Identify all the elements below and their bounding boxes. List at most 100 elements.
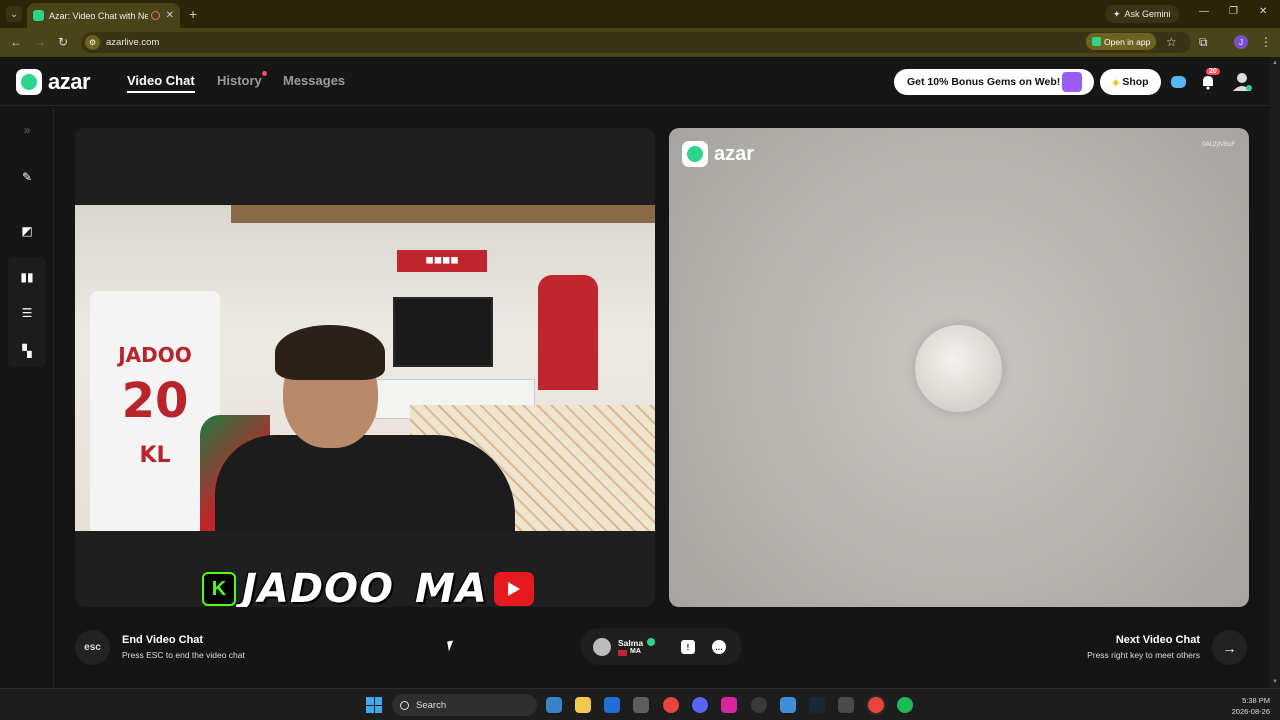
outlook-icon[interactable] — [604, 697, 620, 713]
restore-button[interactable]: ❐ — [1229, 6, 1238, 17]
browser-menu-icon[interactable]: ⋮ — [1260, 35, 1272, 49]
chrome-active-icon[interactable] — [868, 697, 884, 713]
open-in-app-button[interactable]: Open in app — [1086, 33, 1157, 50]
windows-taskbar: Search 5:38 PM 2026-08-26 — [0, 688, 1280, 720]
filter-effect-icon[interactable]: ◩ — [19, 223, 35, 239]
obs-icon[interactable] — [751, 697, 767, 713]
discord-icon[interactable] — [692, 697, 708, 713]
kick-logo-icon: K — [202, 572, 236, 606]
report-shield-icon[interactable]: ! — [681, 640, 695, 654]
photo-shelf — [231, 205, 655, 223]
url-text: azarlive.com — [106, 37, 160, 48]
person-body — [215, 435, 515, 531]
nav-messages[interactable]: Messages — [283, 73, 345, 88]
notification-badge: 20 — [1206, 68, 1220, 75]
chrome-icon[interactable] — [663, 697, 679, 713]
youtube-logo-icon — [493, 572, 534, 606]
television — [393, 297, 493, 367]
partner-info-bar: Salma MA ! … — [581, 628, 742, 665]
forward-icon[interactable]: → — [34, 35, 46, 49]
new-tab-button[interactable]: + — [189, 6, 197, 22]
photos-icon[interactable] — [780, 697, 796, 713]
scroll-up-arrow[interactable]: ▲ — [1272, 60, 1278, 66]
shop-button[interactable]: ◆ Shop — [1100, 69, 1161, 95]
jersey-name: JADOO — [118, 343, 192, 367]
ask-gemini-button[interactable]: ✦ Ask Gemini — [1105, 5, 1179, 23]
bell-icon[interactable] — [1199, 73, 1217, 91]
page-scrollbar[interactable] — [1270, 57, 1280, 688]
windows-start-icon[interactable] — [366, 697, 382, 713]
layout-pip-icon[interactable]: ▚ — [19, 343, 35, 359]
next-chat-button[interactable]: → — [1212, 630, 1247, 665]
layout-stacked-icon[interactable]: ☰ — [19, 305, 35, 321]
close-tab-icon[interactable]: ✕ — [166, 10, 174, 21]
bonus-gems-label: Get 10% Bonus Gems on Web! — [907, 76, 1061, 88]
end-chat-button[interactable]: esc — [75, 630, 110, 665]
next-chat-title: Next Video Chat — [1115, 634, 1200, 646]
file-explorer-icon[interactable] — [575, 697, 591, 713]
system-clock[interactable]: 5:38 PM 2026-08-26 — [1210, 695, 1270, 717]
azar-logo-text: azar — [714, 142, 755, 165]
azar-logo[interactable]: azar — [16, 69, 91, 95]
taskbar-search[interactable]: Search — [392, 694, 537, 716]
reload-icon[interactable]: ↻ — [58, 35, 68, 49]
streamer-handle: JADOO_MA — [242, 566, 488, 607]
partner-country: MA — [630, 648, 641, 655]
taskbar-search-label: Search — [416, 699, 447, 711]
my-video-panel: ◼◼◼◼ JADOO 20 KL K JADOO_MA — [75, 128, 655, 607]
bookmark-star-icon[interactable]: ☆ — [1166, 35, 1177, 49]
instagram-icon[interactable] — [721, 697, 737, 713]
back-icon[interactable]: ← — [10, 35, 22, 49]
red-jersey — [538, 275, 598, 390]
jersey-number: 20 — [121, 373, 189, 429]
minimize-button[interactable]: — — [1199, 6, 1209, 17]
clock-time: 5:38 PM — [1242, 696, 1270, 705]
partner-avatar[interactable] — [593, 638, 611, 656]
azar-logo-mark — [16, 69, 42, 95]
recording-icon — [150, 11, 160, 20]
close-window-button[interactable]: ✕ — [1259, 6, 1267, 17]
magic-wand-icon[interactable]: ✎ — [19, 169, 35, 185]
person-hair — [275, 325, 385, 380]
address-bar[interactable]: ⚙ azarlive.com — [81, 32, 1191, 53]
expand-sidebar-icon[interactable]: » — [19, 122, 35, 138]
azar-logo-text: azar — [48, 69, 91, 94]
store-icon[interactable] — [633, 697, 649, 713]
tab-search-button[interactable]: ⌄ — [6, 6, 22, 22]
browser-tab-bar: ⌄ Azar: Video Chat with New ✕ + ✦ Ask Ge… — [0, 0, 1280, 28]
history-unread-dot — [261, 71, 267, 76]
video-watermark: 0AL2}fVBuF — [1202, 142, 1235, 148]
search-icon — [400, 700, 409, 710]
browser-tab[interactable]: Azar: Video Chat with New ✕ — [27, 3, 180, 28]
site-info-icon[interactable]: ⚙ — [85, 35, 100, 50]
next-chat-hint: Press right key to meet others — [1087, 650, 1200, 660]
spotify-icon[interactable] — [897, 697, 913, 713]
azar-logo-mark — [682, 141, 708, 167]
layout-side-by-side-icon[interactable]: ▮▮ — [19, 269, 35, 285]
capcut-icon[interactable] — [838, 697, 854, 713]
partner-name: Salma — [618, 638, 644, 648]
clock-date: 2026-08-26 — [1231, 707, 1270, 716]
gift-icon — [1062, 72, 1082, 92]
profile-avatar-icon[interactable] — [1231, 70, 1253, 92]
chat-bubble-icon[interactable] — [1170, 73, 1188, 91]
streamer-overlay: K JADOO_MA — [202, 566, 534, 607]
partner-azar-logo: azar — [682, 141, 754, 167]
gemini-icon: ✦ — [1113, 8, 1121, 19]
nav-history[interactable]: History — [217, 71, 267, 88]
message-icon[interactable]: … — [712, 640, 726, 654]
team-scarf: ◼◼◼◼ — [397, 250, 487, 272]
browser-profile-avatar[interactable]: J — [1234, 35, 1248, 49]
scroll-down-arrow[interactable]: ▼ — [1272, 679, 1278, 685]
ceiling-lamp — [915, 325, 1002, 412]
open-in-app-label: Open in app — [1104, 36, 1151, 47]
widgets-icon[interactable] — [546, 697, 562, 713]
country-flag-icon — [618, 650, 627, 656]
ask-gemini-label: Ask Gemini — [1124, 9, 1171, 19]
left-sidebar: » ✎ ◩ ▮▮ ☰ ▚ — [0, 107, 54, 688]
extensions-icon[interactable]: ⧉ — [1199, 35, 1208, 50]
steam-icon[interactable] — [809, 697, 825, 713]
bonus-gems-button[interactable]: Get 10% Bonus Gems on Web! — [894, 69, 1094, 95]
nav-video-chat[interactable]: Video Chat — [127, 73, 195, 93]
verified-icon — [647, 638, 655, 646]
